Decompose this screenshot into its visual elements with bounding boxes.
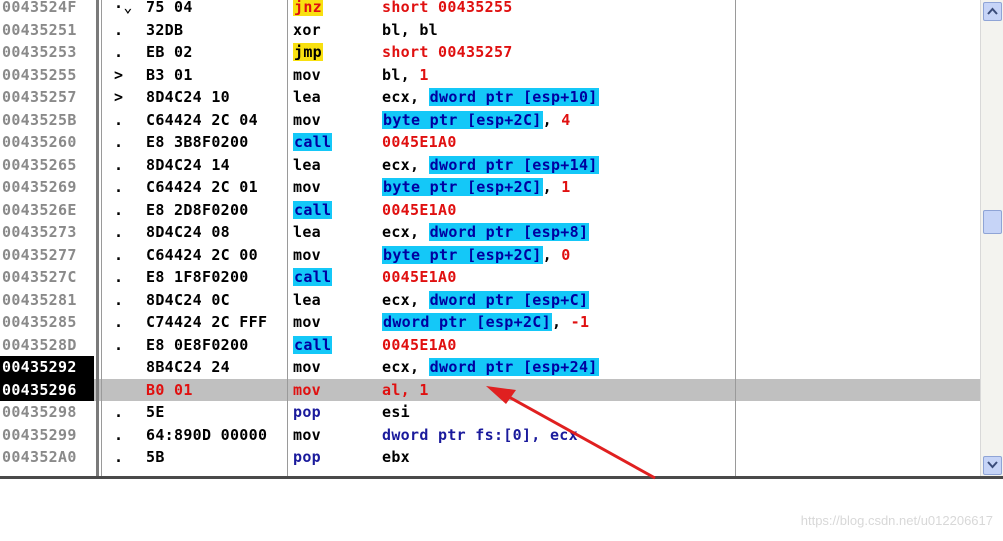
arrow-shaft [499,390,656,480]
arrow-head [486,386,516,404]
watermark: https://blog.csdn.net/u012206617 [800,513,993,528]
red-arrow-annotation [486,386,656,480]
